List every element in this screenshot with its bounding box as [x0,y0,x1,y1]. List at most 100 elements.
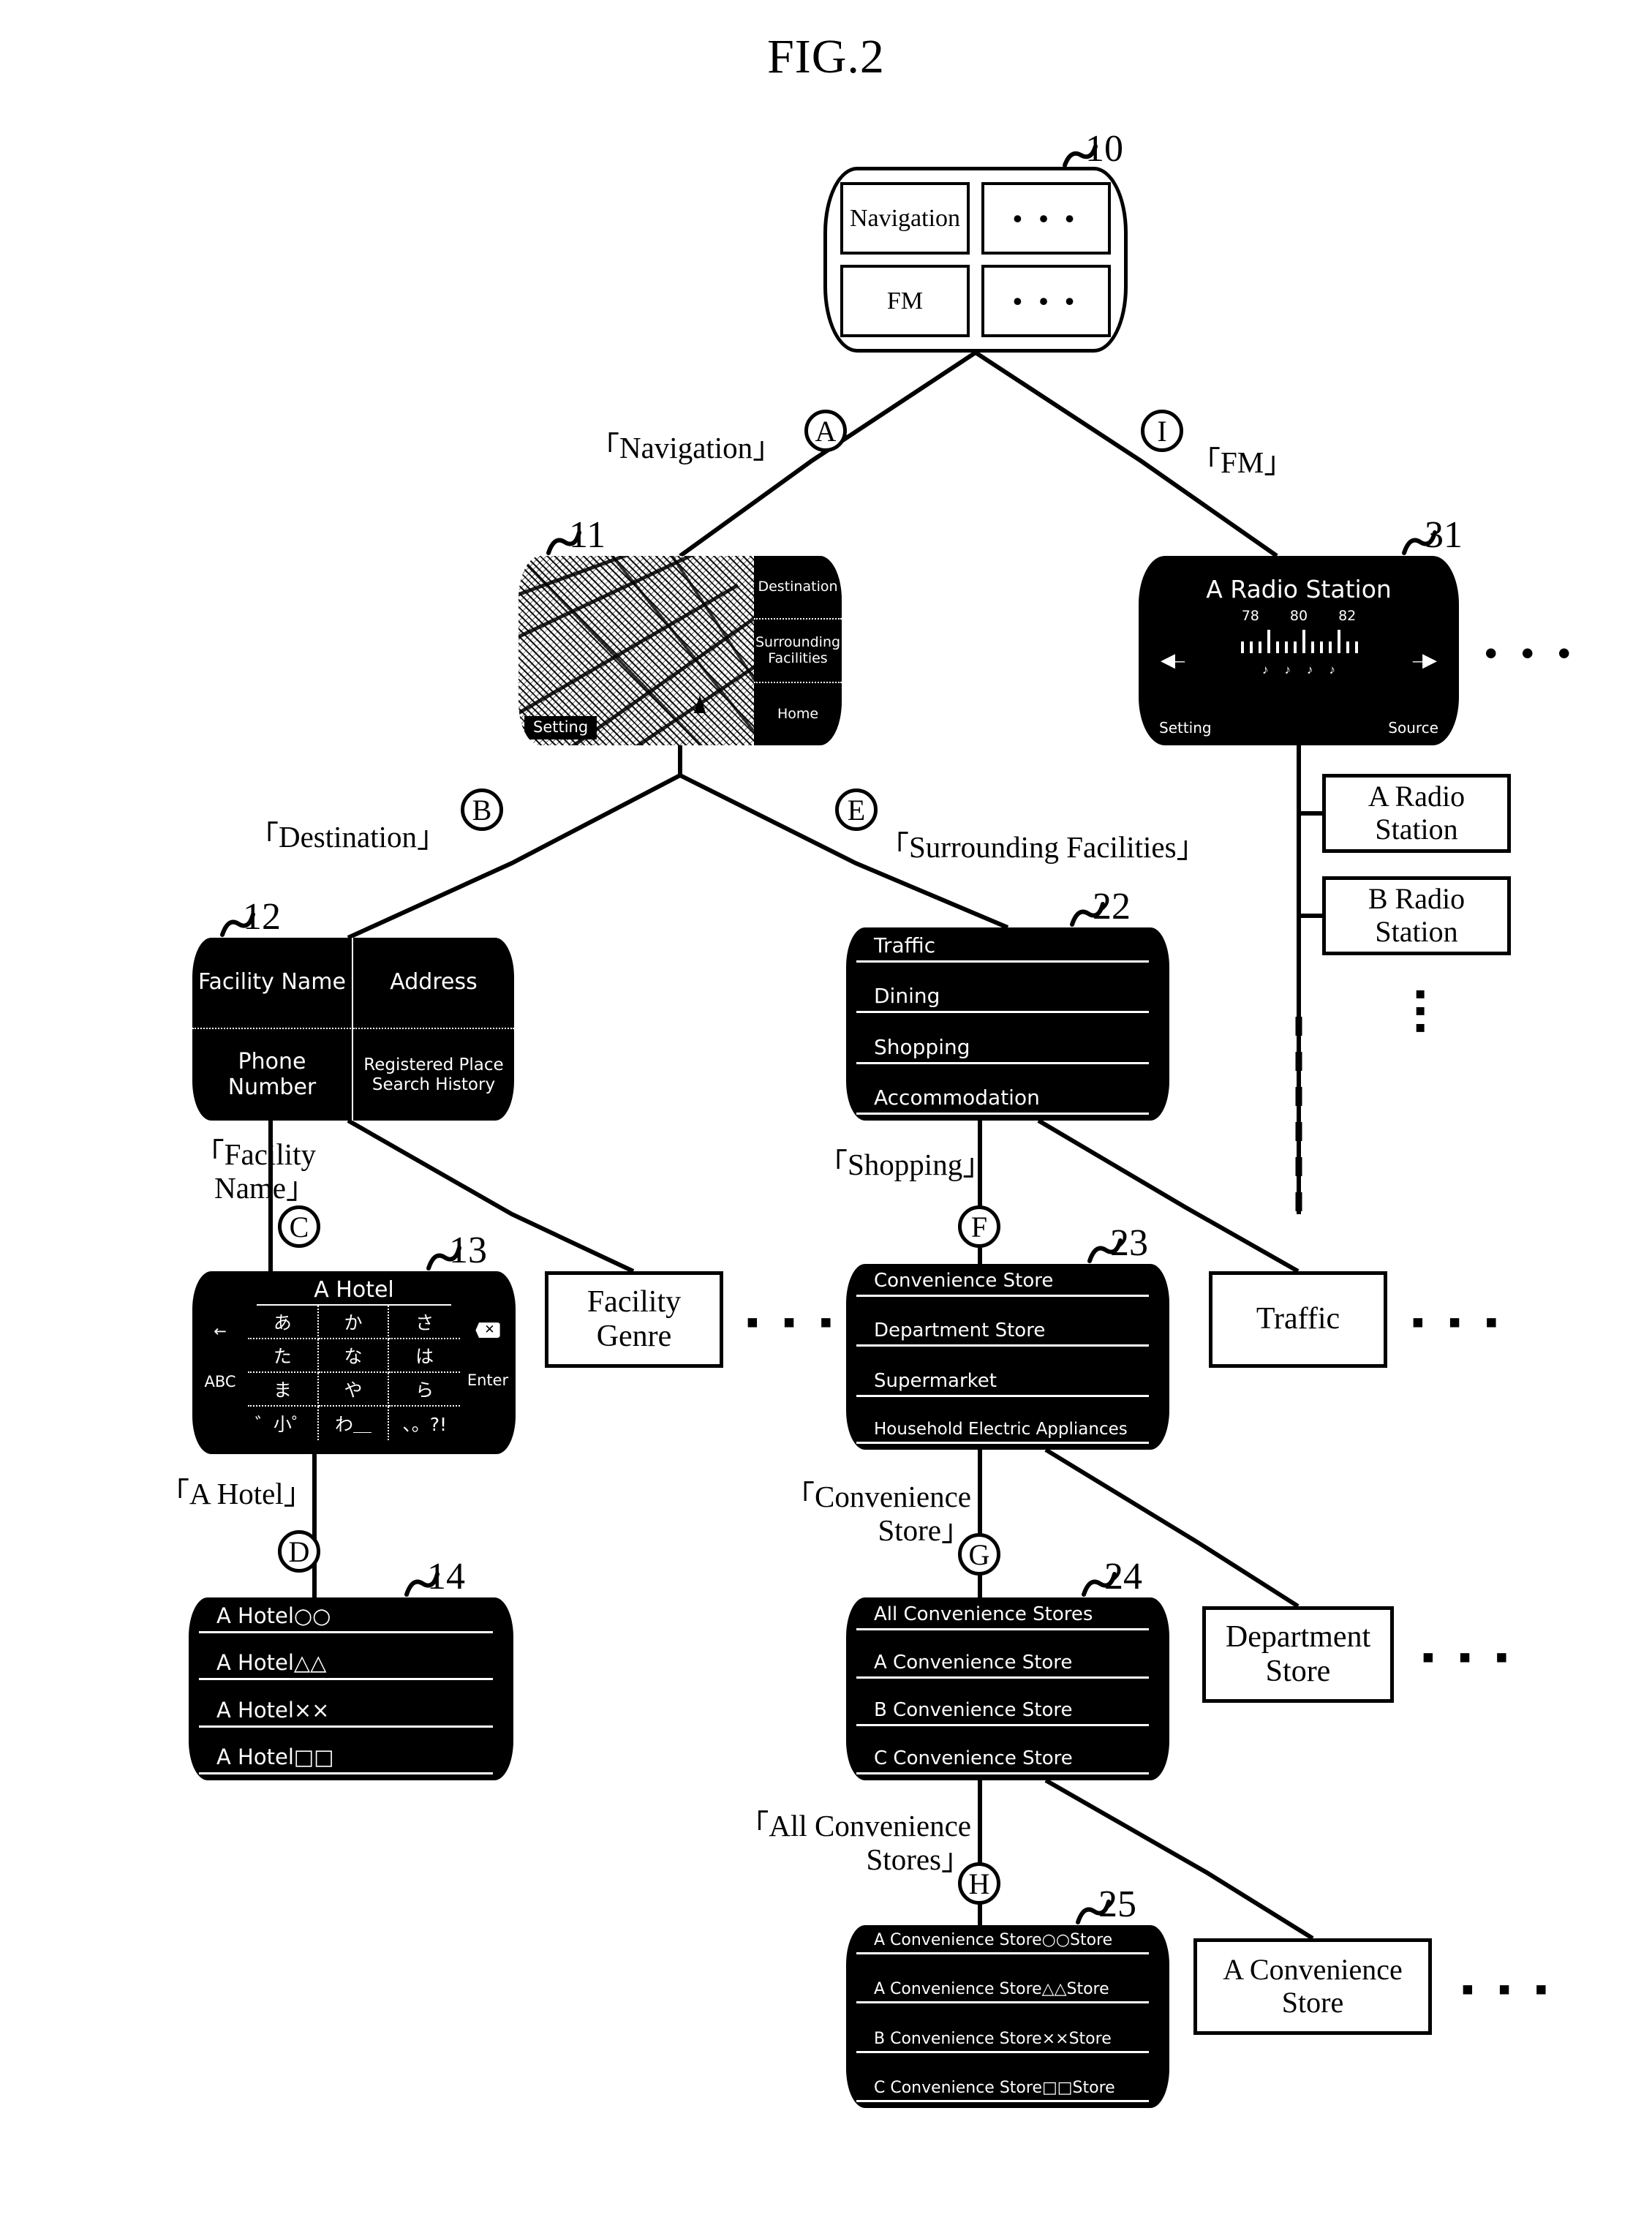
keyboard-backspace-icon[interactable]: ✕ [475,1322,500,1339]
store-list-row-3[interactable]: B Convenience Store××Store [856,2030,1149,2053]
menu-tile-more-2[interactable]: • • • [981,265,1111,337]
radio-freq-78: 78 [1241,608,1259,624]
figure-title: FIG.2 [767,30,885,83]
destination-menu-screen: Facility Name Address Phone Number Regis… [192,938,514,1121]
keyboard-key-na[interactable]: な [318,1339,390,1373]
edge-marker-e: E [835,788,878,831]
sidebar-item-destination[interactable]: Destination [754,556,842,620]
menu-tile-fm-label: FM [886,287,924,315]
department-store-box[interactable]: Department Store [1202,1606,1394,1703]
convenience-menu-row-c[interactable]: C Convenience Store [856,1747,1149,1774]
hotel-list-row-3[interactable]: A Hotel×× [199,1698,493,1728]
facilities-menu-row-accommodation[interactable]: Accommodation [856,1085,1149,1115]
ellipsis-dot-3: ▪ [1414,1009,1426,1045]
traffic-box[interactable]: Traffic [1209,1271,1387,1368]
convenience-menu-screen: All Convenience Stores A Convenience Sto… [846,1597,1169,1780]
ref-num-10: 10 [1085,128,1123,170]
destination-item-address[interactable]: Address [353,938,514,1029]
edge-label-all-convenience-line2: Stores」 [866,1842,972,1876]
top-menu-screen: Navigation • • • FM • • • [823,167,1128,353]
navigation-setting-button[interactable]: Setting [524,716,597,739]
radio-screen: A Radio Station 78 80 82 ♪ ♪ ♪ ♪ ◀‒ ‒▶ S… [1139,556,1459,745]
radio-prev-icon[interactable]: ◀‒ [1161,650,1185,671]
sidebar-item-destination-label: Destination [758,578,838,595]
edge-label-navigation: 「Navigation」 [589,431,783,464]
shopping-menu-row-convenience-store[interactable]: Convenience Store [856,1270,1149,1297]
menu-tile-navigation[interactable]: Navigation [840,182,970,255]
keyboard-back-icon[interactable]: ← [214,1322,227,1340]
menu-tile-more-2-label: • • • [1013,286,1079,316]
keyboard-key-punctuation[interactable]: 、。?! [389,1407,460,1440]
hotel-list-row-2[interactable]: A Hotel△△ [199,1650,493,1681]
keyboard-left-column: ← ABC [192,1306,248,1440]
ref-num-22: 22 [1093,886,1131,927]
facilities-menu-row-dining[interactable]: Dining [856,984,1149,1014]
destination-item-facility-name[interactable]: Facility Name [192,938,353,1029]
keyboard-key-grid: あ か さ た な は ま や ら ゛小゜ わ＿ 、。?! [248,1306,460,1440]
shopping-menu-row-appliances[interactable]: Household Electric Appliances [856,1420,1149,1444]
destination-item-registered-place[interactable]: Registered Place Search History [353,1029,514,1121]
radio-presets[interactable]: ♪ ♪ ♪ ♪ [1139,663,1459,677]
shopping-menu-row-supermarket[interactable]: Supermarket [856,1370,1149,1397]
shopping-menu-screen: Convenience Store Department Store Super… [846,1264,1169,1450]
keyboard-key-wa[interactable]: わ＿ [319,1407,390,1440]
edge-label-all-convenience-stores: 「All Convenience Stores」 [721,1809,972,1877]
facilities-menu-row-shopping[interactable]: Shopping [856,1035,1149,1064]
menu-tile-navigation-label: Navigation [849,204,961,232]
convenience-menu-row-a[interactable]: A Convenience Store [856,1652,1149,1679]
menu-tile-more-1[interactable]: • • • [981,182,1111,255]
store-list-row-4[interactable]: C Convenience Store□□Store [856,2079,1149,2102]
radio-setting-button[interactable]: Setting [1159,719,1212,737]
edge-label-facility-name-line1: 「Facility [194,1137,316,1171]
a-convenience-store-box[interactable]: A Convenience Store [1193,1938,1432,2035]
shopping-menu-row-department-store[interactable]: Department Store [856,1320,1149,1347]
radio-source-button[interactable]: Source [1388,719,1438,737]
radio-preset-2: ♪ [1284,663,1291,677]
keyboard-key-a[interactable]: あ [248,1306,319,1339]
a-convenience-store-label: A Convenience Store [1223,1953,1403,2019]
radio-station-b-box[interactable]: B Radio Station [1322,876,1511,955]
radio-station-name: A Radio Station [1206,575,1392,603]
ref-num-11: 11 [569,514,606,556]
store-list-row-2[interactable]: A Convenience Store△△Store [856,1980,1149,2004]
traffic-label: Traffic [1256,1302,1340,1336]
store-list-row-1[interactable]: A Convenience Store○○Store [856,1931,1149,1954]
facilities-menu-row-traffic[interactable]: Traffic [856,933,1149,963]
keyboard-key-ta[interactable]: た [248,1339,319,1373]
edge-label-facility-name-line2: Name」 [214,1170,316,1205]
keyboard-body: ← ABC あ か さ た な は ま や ら ゛小゜ わ＿ 、。?! ✕ En… [192,1306,516,1440]
radio-station-a-label: A Radio Station [1368,780,1466,846]
navigation-setting-label: Setting [533,718,589,736]
edge-label-convenience-store-line2: Store」 [878,1513,971,1547]
keyboard-enter-button[interactable]: Enter [467,1371,508,1389]
hotel-list-row-4[interactable]: A Hotel□□ [199,1744,493,1774]
convenience-menu-row-all[interactable]: All Convenience Stores [856,1603,1149,1630]
radio-station-a-box[interactable]: A Radio Station [1322,774,1511,853]
keyboard-key-sa[interactable]: さ [389,1306,460,1339]
facility-genre-box[interactable]: Facility Genre [545,1271,723,1368]
hotel-list-row-1[interactable]: A Hotel○○ [199,1603,493,1633]
convenience-menu-row-b[interactable]: B Convenience Store [856,1699,1149,1727]
radio-tuning-scale[interactable] [1139,625,1459,660]
destination-item-phone-number[interactable]: Phone Number [192,1029,353,1121]
sidebar-item-surrounding-facilities-label: Surrounding Facilities [755,634,841,666]
keyboard-key-ha[interactable]: は [389,1339,460,1373]
keyboard-key-ka[interactable]: か [318,1306,390,1339]
menu-tile-fm[interactable]: FM [840,265,970,337]
sidebar-item-surrounding-facilities[interactable]: Surrounding Facilities [754,620,842,683]
ref-num-14: 14 [427,1556,465,1597]
facility-genre-ellipsis: ▪ ▪ ▪ [746,1301,840,1342]
department-store-ellipsis: ▪ ▪ ▪ [1422,1636,1516,1677]
radio-freq-80: 80 [1289,608,1308,624]
radio-next-icon[interactable]: ‒▶ [1413,650,1437,671]
traffic-ellipsis: ▪ ▪ ▪ [1411,1301,1506,1342]
keyboard-key-ya[interactable]: や [318,1373,390,1407]
keyboard-abc-button[interactable]: ABC [204,1373,235,1390]
keyboard-key-ra[interactable]: ら [389,1373,460,1407]
keyboard-key-dakuten[interactable]: ゛小゜ [248,1407,319,1440]
radio-preset-3: ♪ [1307,663,1313,677]
sidebar-item-home[interactable]: Home [754,683,842,745]
keyboard-key-ma[interactable]: ま [248,1373,319,1407]
menu-tile-more-1-label: • • • [1013,203,1079,233]
edge-label-fm: 「FM」 [1191,445,1294,479]
